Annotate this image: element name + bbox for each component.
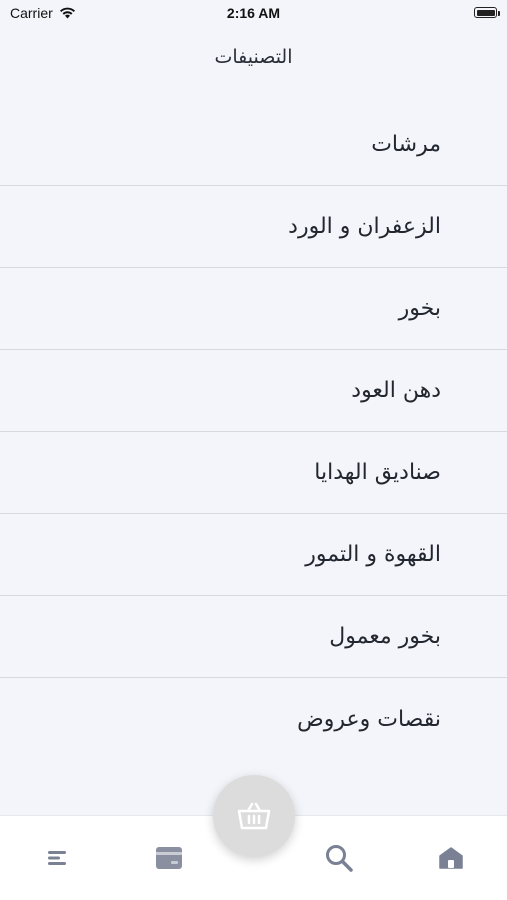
category-item[interactable]: القهوة و التمور bbox=[0, 514, 507, 596]
battery-icon bbox=[474, 7, 497, 18]
category-item[interactable]: بخور معمول bbox=[0, 596, 507, 678]
cart-button[interactable] bbox=[213, 775, 295, 857]
status-bar: Carrier 2:16 AM bbox=[0, 0, 507, 28]
tab-home[interactable] bbox=[434, 844, 468, 872]
tab-card[interactable] bbox=[152, 844, 186, 872]
basket-icon bbox=[237, 802, 271, 830]
status-time: 2:16 AM bbox=[226, 5, 281, 21]
search-icon bbox=[326, 845, 353, 872]
category-item[interactable]: دهن العود bbox=[0, 350, 507, 432]
home-icon bbox=[439, 847, 463, 869]
category-item[interactable]: صناديق الهدايا bbox=[0, 432, 507, 514]
tab-search[interactable] bbox=[322, 844, 356, 872]
category-item[interactable]: مرشات bbox=[0, 104, 507, 186]
category-item[interactable]: بخور bbox=[0, 268, 507, 350]
tab-menu[interactable] bbox=[40, 844, 74, 872]
menu-icon bbox=[48, 851, 66, 865]
category-item[interactable]: الزعفران و الورد bbox=[0, 186, 507, 268]
page-title: التصنيفات bbox=[214, 46, 293, 68]
category-list: مرشات الزعفران و الورد بخور دهن العود صن… bbox=[0, 104, 507, 760]
card-icon bbox=[156, 847, 182, 869]
category-item[interactable]: نقصات وعروض bbox=[0, 678, 507, 760]
battery-tip bbox=[498, 11, 500, 16]
